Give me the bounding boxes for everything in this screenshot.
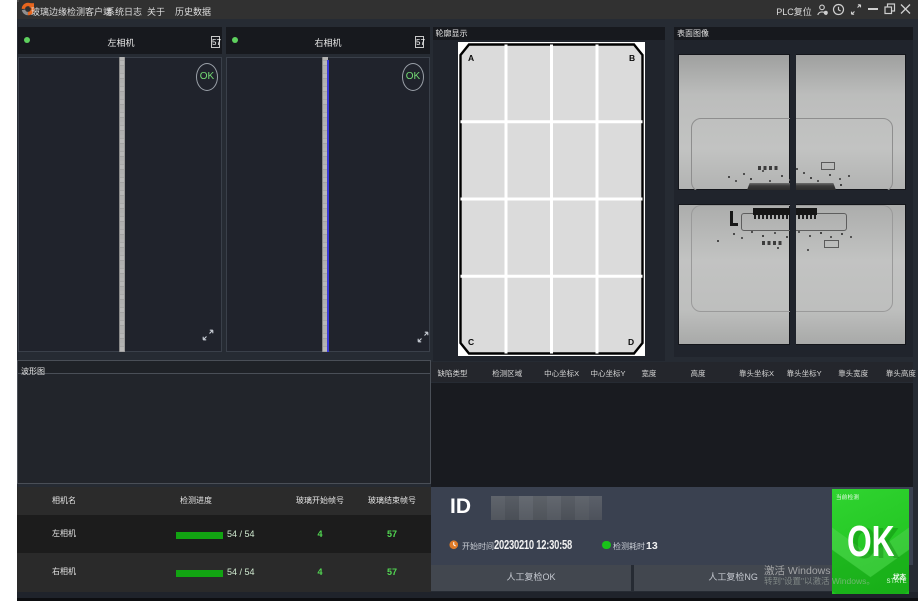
svg-text:C: C xyxy=(468,337,474,347)
svg-text:D: D xyxy=(628,337,634,347)
svg-text:B: B xyxy=(629,53,635,63)
svg-text:A: A xyxy=(468,53,474,63)
